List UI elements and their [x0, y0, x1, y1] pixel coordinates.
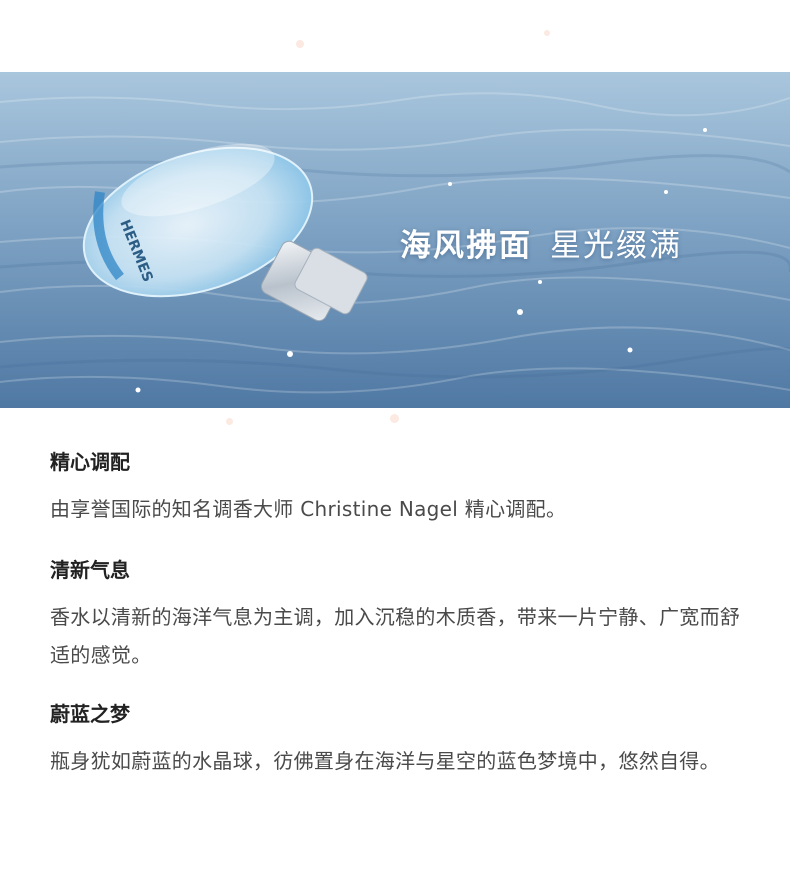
hero-banner: HERMES 海风拂面 星光缀满 — [0, 72, 790, 408]
hero-title-light: 星光缀满 — [550, 228, 682, 264]
section-heading: 蔚蓝之梦 — [50, 702, 130, 726]
section-heading: 清新气息 — [50, 558, 130, 582]
decorative-dot — [226, 418, 233, 425]
feature-section: 精心调配 由享誉国际的知名调香大师 Christine Nagel 精心调配。 — [50, 448, 750, 528]
feature-section: 清新气息 香水以清新的海洋气息为主调，加入沉稳的木质香，带来一片宁静、广宽而舒适… — [50, 556, 750, 674]
decorative-dot — [296, 40, 304, 48]
decorative-dot — [390, 414, 399, 423]
hero-title: 海风拂面 星光缀满 — [400, 220, 682, 265]
feature-section: 蔚蓝之梦 瓶身犹如蔚蓝的水晶球，彷佛置身在海洋与星空的蓝色梦境中，悠然自得。 — [50, 700, 750, 780]
hero-title-bold: 海风拂面 — [400, 228, 532, 264]
section-body: 香水以清新的海洋气息为主调，加入沉稳的木质香，带来一片宁静、广宽而舒适的感觉。 — [50, 605, 741, 667]
section-body: 由享誉国际的知名调香大师 Christine Nagel 精心调配。 — [50, 497, 567, 521]
decorative-dot — [544, 30, 550, 36]
section-body: 瓶身犹如蔚蓝的水晶球，彷佛置身在海洋与星空的蓝色梦境中，悠然自得。 — [50, 749, 720, 773]
section-heading: 精心调配 — [50, 450, 130, 474]
